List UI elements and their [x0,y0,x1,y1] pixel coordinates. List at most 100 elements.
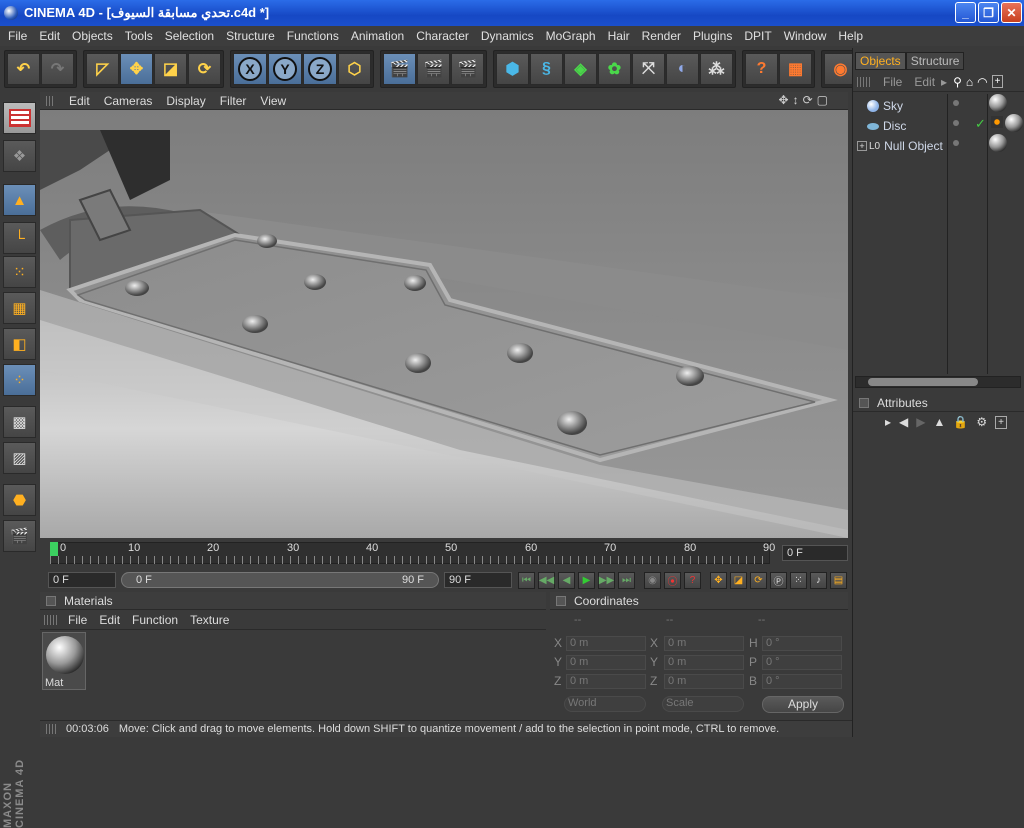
material-swatch[interactable]: Mat [42,632,86,690]
redo-icon[interactable]: ↷ [41,53,74,85]
texture-axis-icon[interactable]: ▨ [3,442,36,474]
spline-icon[interactable]: § [530,53,563,85]
material-tag-icon[interactable] [989,94,1007,112]
timeline[interactable]: 0 10 20 30 40 50 60 70 80 90 0 F [40,540,848,568]
menu-render[interactable]: Render [636,29,687,43]
move-icon[interactable]: ✥ [120,53,153,85]
scrollbar-thumb[interactable] [868,378,978,386]
range-slider[interactable]: 0 F 90 F [121,572,439,588]
play-backward-icon[interactable]: ◀ [558,572,575,589]
edges-icon[interactable]: ▦ [3,292,36,324]
menu-hair[interactable]: Hair [602,29,636,43]
menu-help[interactable]: Help [832,29,869,43]
menu-character[interactable]: Character [410,29,475,43]
object-row-sky[interactable]: Sky [853,96,1003,116]
horizontal-scrollbar[interactable] [855,376,1021,388]
render-settings-icon[interactable]: 🎬 [451,53,484,85]
key-options-icon[interactable]: ▤ [830,572,847,589]
deformer-icon[interactable]: ⤧ [632,53,665,85]
size-y-field[interactable]: 0 m [664,655,744,670]
material-tag-icon[interactable] [1005,114,1023,132]
settings-icon[interactable]: ⚙ [976,415,987,429]
expand-icon[interactable]: + [857,141,867,151]
viewport-menu-filter[interactable]: Filter [213,94,254,108]
menu-plugins[interactable]: Plugins [687,29,738,43]
undo-icon[interactable]: ↶ [7,53,40,85]
menu-edit[interactable]: Edit [33,29,66,43]
key-position-icon[interactable]: ✥ [710,572,727,589]
key-rotation-icon[interactable]: ⟳ [750,572,767,589]
use-object-icon[interactable]: ❖ [3,140,36,172]
objects-menu-file[interactable]: File [883,75,902,89]
viewport-menu-edit[interactable]: Edit [62,94,97,108]
object-row-null[interactable]: + L0 Null Object [853,136,1003,156]
eye-icon[interactable]: ◠ [977,75,987,89]
menu-functions[interactable]: Functions [281,29,345,43]
viewport-menu-display[interactable]: Display [159,94,212,108]
position-z-field[interactable]: 0 m [566,674,646,689]
rotation-b-field[interactable]: 0 ° [762,674,842,689]
menu-structure[interactable]: Structure [220,29,281,43]
current-frame-field[interactable]: 0 F [782,545,848,561]
3d-viewport[interactable] [40,110,848,538]
tab-structure[interactable]: Structure [905,52,965,70]
world-dropdown[interactable]: World [564,696,646,712]
next-key-icon[interactable]: ▶▶ [598,572,615,589]
layout-icon[interactable]: ▦ [779,53,812,85]
scene-icon[interactable]: ◐ [666,53,699,85]
points-icon[interactable]: ⁙ [3,256,36,288]
menu-objects[interactable]: Objects [66,29,119,43]
selection-mode-icon[interactable]: ⁘ [3,364,36,396]
close-button[interactable]: ✕ [1001,2,1022,23]
points-mode-icon[interactable]: ▲ [3,184,36,216]
lock-icon[interactable]: 🔒 [953,415,968,429]
rotation-h-field[interactable]: 0 ° [762,636,842,651]
tab-objects[interactable]: Objects [855,52,906,70]
record-icon[interactable]: ◉ [644,572,661,589]
scale-dropdown[interactable]: Scale [662,696,744,712]
y-axis-button[interactable]: Y [268,53,302,85]
nurbs-icon[interactable]: ◈ [564,53,597,85]
goto-start-icon[interactable]: ⏮ [518,572,535,589]
minimize-button[interactable]: _ [955,2,976,23]
polygons-icon[interactable]: ◧ [3,328,36,360]
play-icon[interactable]: ▶ [578,572,595,589]
particle-icon[interactable]: ⁂ [700,53,733,85]
clapper-icon[interactable]: 🎬 [3,520,36,552]
menu-tools[interactable]: Tools [119,29,159,43]
checkmark-icon[interactable]: ✓ [975,116,986,132]
visibility-dot[interactable] [953,100,959,106]
menu-file[interactable]: File [2,29,33,43]
position-x-field[interactable]: 0 m [566,636,646,651]
materials-menu-function[interactable]: Function [126,613,184,627]
coordinate-system-icon[interactable]: ⬡ [338,53,371,85]
search-icon[interactable]: ⚲ [953,75,962,89]
menu-selection[interactable]: Selection [159,29,220,43]
back-icon[interactable]: ◀ [899,415,908,429]
objects-menu-edit[interactable]: Edit [914,75,935,89]
material-tag-icon[interactable] [989,134,1007,152]
render-region-icon[interactable]: 🎬 [417,53,450,85]
viewport-menu-cameras[interactable]: Cameras [97,94,160,108]
viewport-menu-view[interactable]: View [253,94,293,108]
menu-more-icon[interactable]: ▸ [941,75,947,89]
key-param-icon[interactable]: Ⓟ [770,572,787,589]
key-sound-icon[interactable]: ♪ [810,572,827,589]
use-model-icon[interactable] [3,102,36,134]
size-x-field[interactable]: 0 m [664,636,744,651]
live-select-icon[interactable]: ◸ [86,53,119,85]
autokey-icon[interactable]: ⦿ [664,572,681,589]
position-y-field[interactable]: 0 m [566,655,646,670]
goto-end-icon[interactable]: ⏭ [618,572,635,589]
materials-menu-texture[interactable]: Texture [184,613,235,627]
start-frame-field[interactable]: 0 F [48,572,116,588]
z-axis-button[interactable]: Z [303,53,337,85]
forward-icon[interactable]: ▶ [916,415,925,429]
maximize-button[interactable]: ❐ [978,2,999,23]
apply-button[interactable]: Apply [762,696,844,713]
animation-mode-icon[interactable]: ⬣ [3,484,36,516]
viewport-nav-icons[interactable]: ✥↕⟳▢ [779,93,832,107]
menu-more-icon[interactable]: ▸ [885,415,891,429]
keyframe-help-icon[interactable]: ? [684,572,701,589]
prev-key-icon[interactable]: ◀◀ [538,572,555,589]
